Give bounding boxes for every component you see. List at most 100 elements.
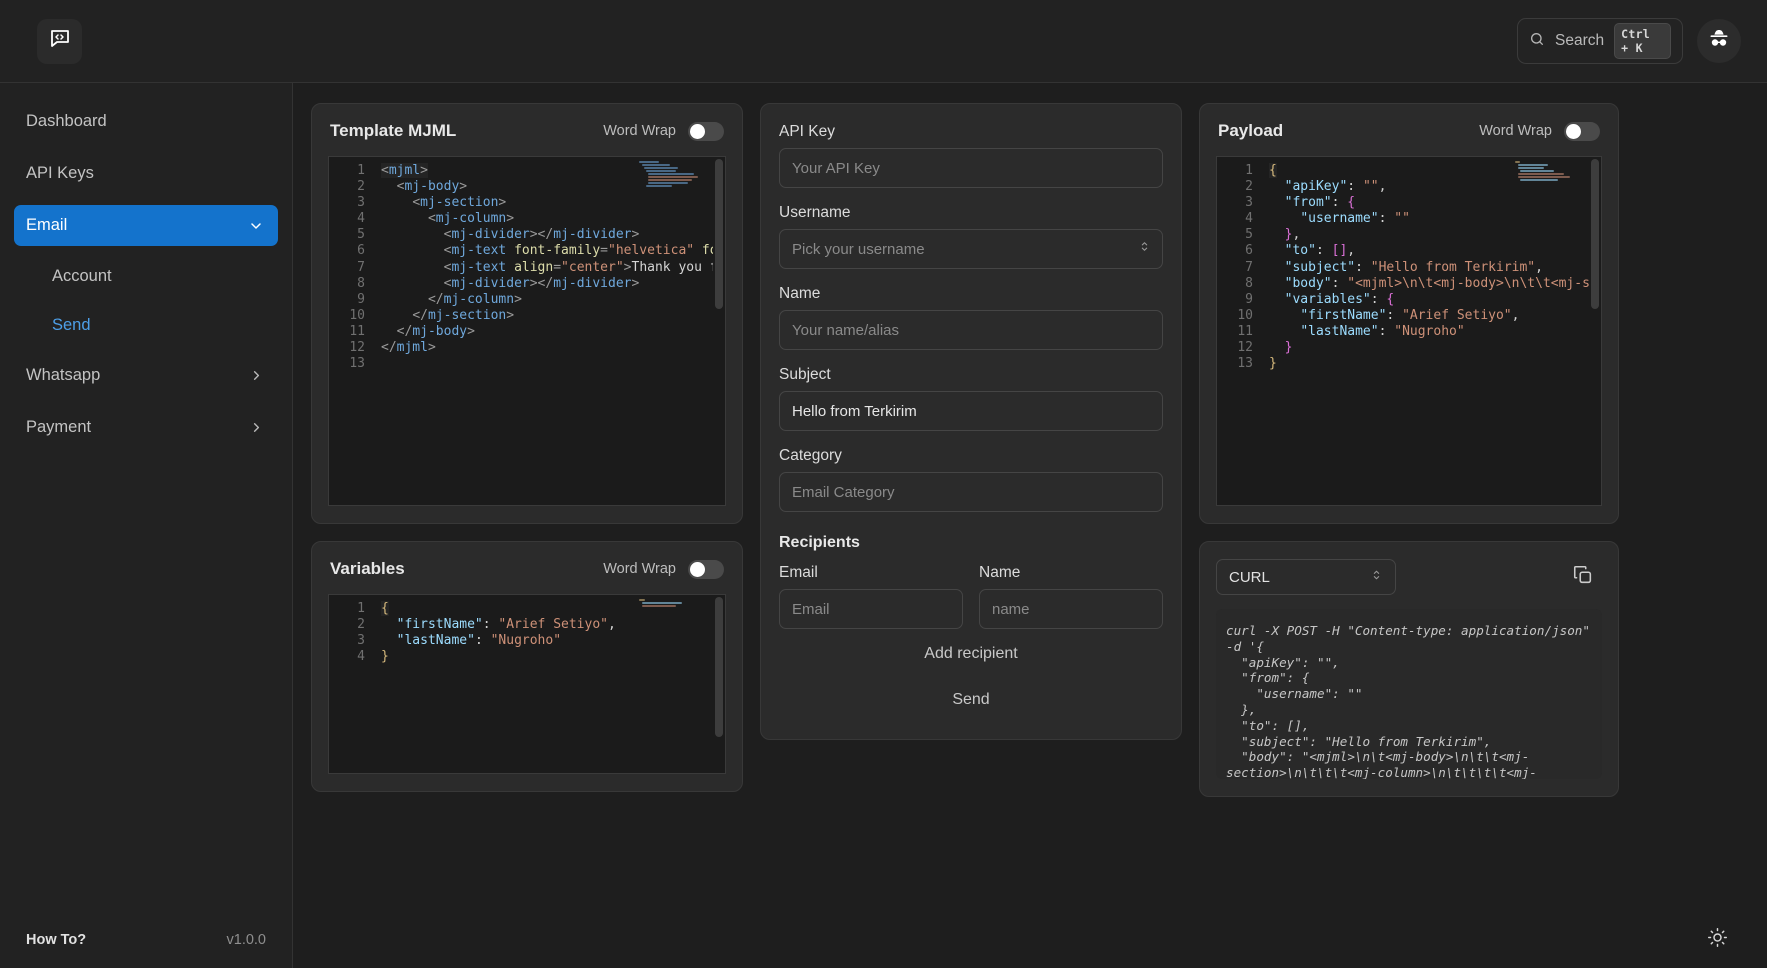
variables-title: Variables	[330, 559, 405, 578]
curl-card: CURL curl -X POST -H "Content-type: appl…	[1199, 541, 1619, 797]
sidebar-item-dashboard[interactable]: Dashboard	[14, 101, 278, 142]
app-logo[interactable]	[37, 18, 82, 64]
send-button[interactable]: Send	[779, 669, 1163, 715]
username-select-wrap	[779, 229, 1163, 269]
sidebar-item-label: API Keys	[26, 164, 94, 182]
search-input[interactable]: Search Ctrl + K	[1517, 18, 1683, 64]
sidebar-item-account[interactable]: Account	[14, 257, 278, 295]
recipient-email-label: Email	[779, 564, 818, 581]
sidebar-item-label: Send	[52, 315, 91, 334]
add-recipient-button[interactable]: Add recipient	[779, 629, 1163, 669]
top-bar: Search Ctrl + K	[0, 0, 1767, 83]
sidebar-item-label: Email	[26, 216, 68, 234]
recipient-row: Email Name	[779, 564, 1163, 629]
toggle-knob	[690, 123, 705, 139]
editor-scrollbar[interactable]	[1589, 157, 1601, 505]
editor-scrollbar[interactable]	[713, 157, 725, 505]
incognito-avatar-icon	[1707, 27, 1731, 56]
curl-card-header: CURL	[1216, 559, 1602, 595]
variables-word-wrap-group: Word Wrap	[603, 559, 724, 579]
recipient-name-input[interactable]	[979, 589, 1163, 629]
main-content: Template MJML Word Wrap 1 2 3 4 5 6 7 8 9 10 11 12 1…	[293, 83, 1767, 968]
payload-code-content: { "apiKey": "", "from": { "username": ""…	[1269, 163, 1601, 372]
search-shortcut-badge: Ctrl + K	[1614, 23, 1671, 59]
line-number-gutter: 1 2 3 4 5 6 7 8 9 10 11 12 13	[1217, 157, 1261, 505]
sidebar-item-send[interactable]: Send	[14, 306, 278, 344]
payload-code-editor[interactable]: 1 2 3 4 5 6 7 8 9 10 11 12 13 { "apiKey": "", "from"…	[1216, 156, 1602, 506]
template-word-wrap-group: Word Wrap	[603, 121, 724, 141]
app-root: Search Ctrl + K Dashboard API Keys Email…	[0, 0, 1767, 968]
template-card-header: Template MJML Word Wrap	[328, 121, 726, 141]
chevron-down-icon	[248, 218, 264, 234]
page-title: Template MJML	[330, 121, 457, 140]
curl-code-output: curl -X POST -H "Content-type: applicati…	[1216, 609, 1602, 779]
recipient-name-col: Name	[979, 564, 1163, 629]
subject-label: Subject	[779, 366, 831, 383]
chat-code-icon	[48, 27, 72, 56]
toggle-knob	[690, 561, 705, 577]
sidebar-item-label: Account	[52, 266, 112, 285]
sidebar-item-api-keys[interactable]: API Keys	[14, 153, 278, 194]
top-bar-right: Search Ctrl + K	[1517, 18, 1741, 64]
avatar[interactable]	[1697, 19, 1741, 63]
copy-icon[interactable]	[1568, 560, 1598, 595]
word-wrap-label: Word Wrap	[1479, 123, 1552, 139]
mjml-code-content: <mjml> <mj-body> <mj-section> <mj-column…	[381, 163, 718, 356]
sidebar: Dashboard API Keys Email Account Send Wh…	[0, 83, 293, 968]
sidebar-item-payment[interactable]: Payment	[14, 407, 278, 448]
sidebar-item-label: Payment	[26, 418, 92, 436]
username-label: Username	[779, 204, 851, 221]
word-wrap-toggle[interactable]	[1564, 121, 1600, 141]
search-placeholder: Search	[1555, 32, 1605, 49]
api-key-input[interactable]	[779, 148, 1163, 188]
payload-card: Payload Word Wrap 1 2 3 4 5 6 7 8 9 10 11 12 13 { "a…	[1199, 103, 1619, 524]
sun-icon[interactable]	[1707, 927, 1728, 953]
mjml-code-editor[interactable]: 1 2 3 4 5 6 7 8 9 10 11 12 13 <mjml> <mj-body> <mj-s…	[328, 156, 726, 506]
word-wrap-label: Word Wrap	[603, 123, 676, 139]
chevron-right-icon	[249, 420, 264, 435]
sidebar-nav: Dashboard API Keys Email Account Send Wh…	[0, 101, 292, 912]
variables-code-content: { "firstName": "Arief Setiyo", "lastName…	[381, 601, 616, 665]
sidebar-item-label: Dashboard	[26, 112, 107, 130]
line-number-gutter: 1 2 3 4 5 6 7 8 9 10 11 12 13	[329, 157, 373, 505]
sidebar-item-email[interactable]: Email	[14, 205, 278, 246]
recipient-name-label: Name	[979, 564, 1021, 581]
template-mjml-card: Template MJML Word Wrap 1 2 3 4 5 6 7 8 9 10 11 12 1…	[311, 103, 743, 524]
variables-card-header: Variables Word Wrap	[328, 559, 726, 579]
sidebar-item-label: Whatsapp	[26, 366, 101, 384]
language-select-value: CURL	[1229, 568, 1270, 586]
theme-toggle-bar	[1667, 912, 1767, 968]
variables-code-editor[interactable]: 1234 { "firstName": "Arief Setiyo", "las…	[328, 594, 726, 774]
scrollbar-thumb[interactable]	[715, 597, 723, 737]
sidebar-footer: How To? v1.0.0	[0, 912, 292, 968]
word-wrap-toggle[interactable]	[688, 559, 724, 579]
chevron-updown-icon	[1370, 567, 1383, 587]
chevron-right-icon	[249, 368, 264, 383]
send-email-form: API Key Username Name Subject	[760, 103, 1182, 740]
api-key-label: API Key	[779, 123, 835, 140]
line-number-gutter: 1234	[329, 595, 373, 773]
toggle-knob	[1566, 123, 1581, 139]
payload-word-wrap-group: Word Wrap	[1479, 121, 1600, 141]
language-select[interactable]: CURL	[1216, 559, 1396, 595]
body-row: Dashboard API Keys Email Account Send Wh…	[0, 83, 1767, 968]
payload-card-header: Payload Word Wrap	[1216, 121, 1602, 141]
name-input[interactable]	[779, 310, 1163, 350]
payload-title: Payload	[1218, 121, 1284, 140]
version-label: v1.0.0	[226, 932, 267, 948]
word-wrap-toggle[interactable]	[688, 121, 724, 141]
left-column: Template MJML Word Wrap 1 2 3 4 5 6 7 8 9 10 11 12 1…	[311, 103, 743, 792]
sidebar-item-whatsapp[interactable]: Whatsapp	[14, 355, 278, 396]
username-select[interactable]	[779, 229, 1163, 269]
category-input[interactable]	[779, 472, 1163, 512]
editor-scrollbar[interactable]	[713, 595, 725, 773]
subject-input[interactable]	[779, 391, 1163, 431]
category-label: Category	[779, 447, 842, 464]
scrollbar-thumb[interactable]	[715, 159, 723, 309]
scrollbar-thumb[interactable]	[1591, 159, 1599, 309]
recipients-heading: Recipients	[779, 534, 860, 551]
recipient-email-input[interactable]	[779, 589, 963, 629]
how-to-link[interactable]: How To?	[26, 932, 86, 948]
middle-column: API Key Username Name Subject	[760, 103, 1182, 740]
name-label: Name	[779, 285, 821, 302]
